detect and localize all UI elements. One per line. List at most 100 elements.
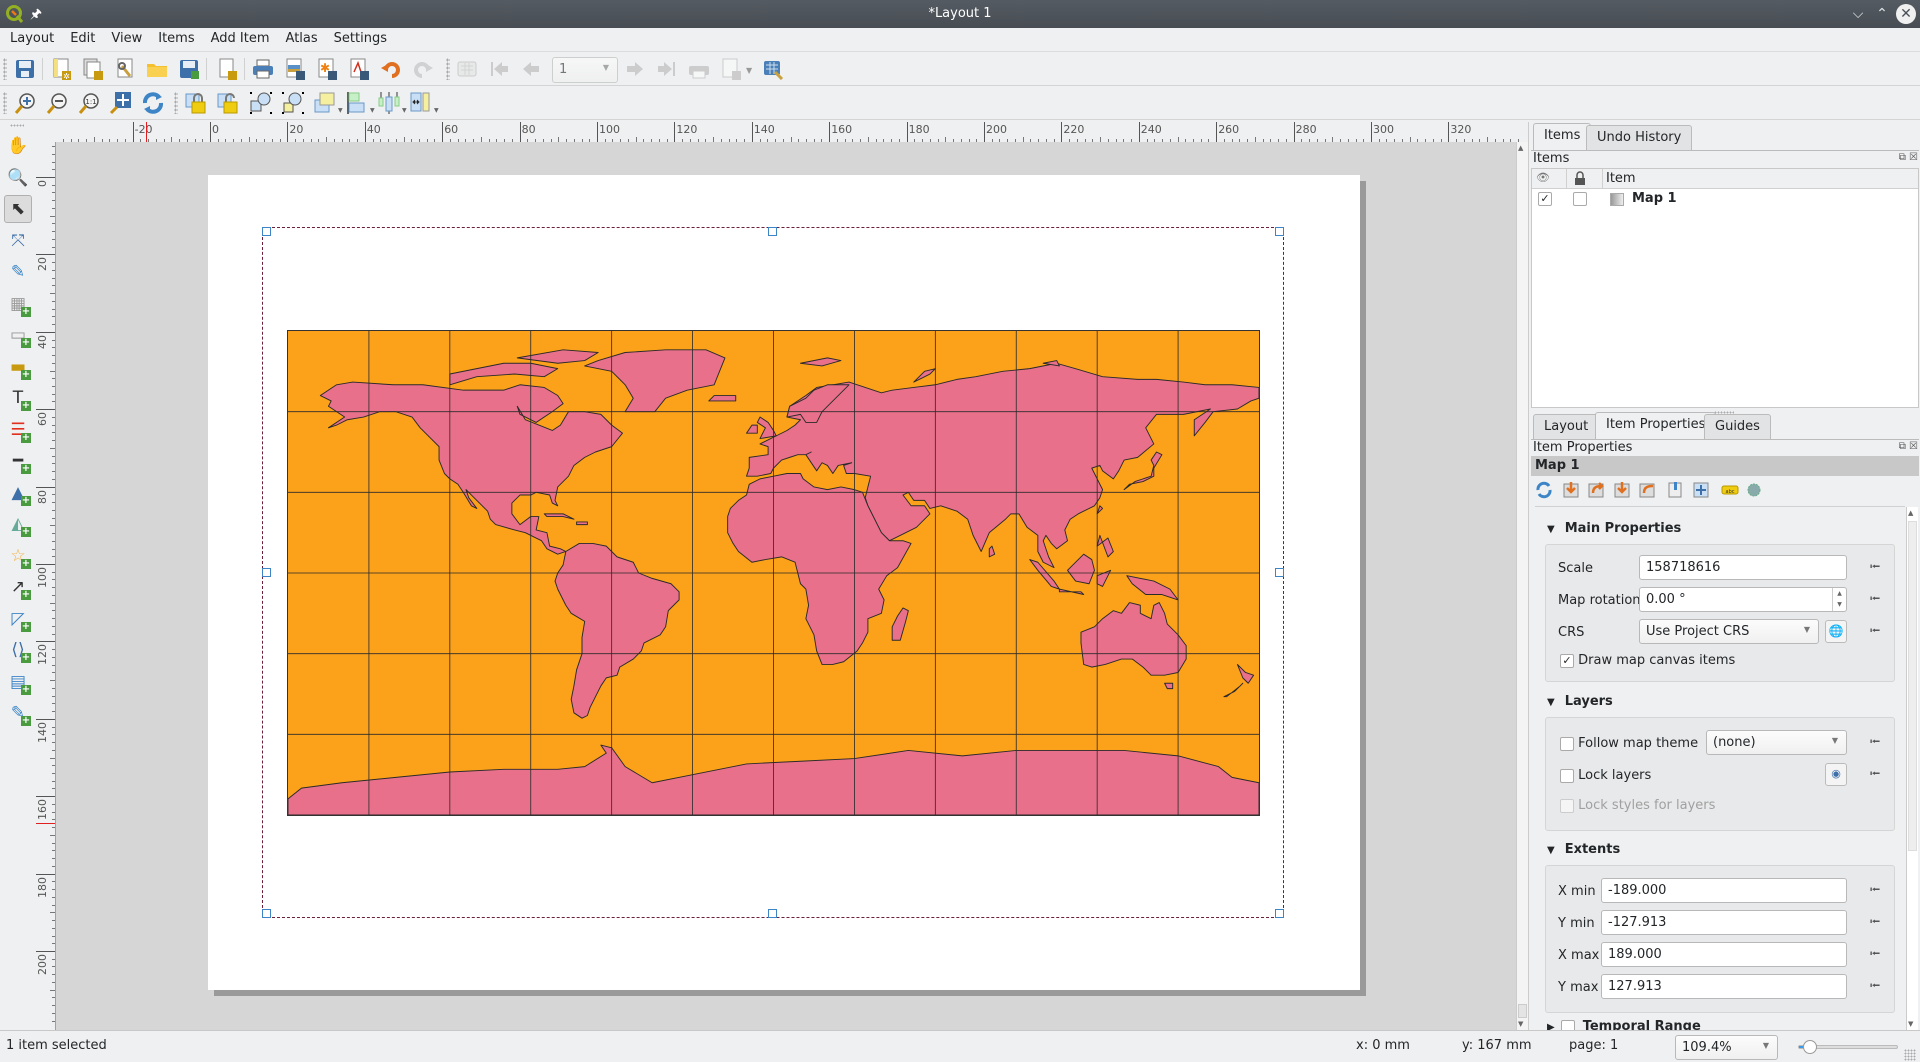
scale-input[interactable]: 158718616: [1639, 555, 1847, 580]
items-tree[interactable]: 👁 Item ✓ Map 1: [1531, 168, 1919, 408]
add-marker-tool-button[interactable]: ☆ +: [4, 542, 32, 570]
ungroup-items-button[interactable]: [280, 90, 306, 116]
map-item-selection[interactable]: [262, 227, 1284, 918]
data-defined-override-icon[interactable]: ⭰: [1864, 975, 1886, 997]
checkbox-unchecked[interactable]: [1560, 768, 1574, 783]
scroll-down-icon[interactable]: ▼: [1518, 1020, 1523, 1028]
undo-button[interactable]: [378, 56, 404, 82]
raise-dropdown-icon[interactable]: ▼: [338, 107, 343, 114]
add-attribute-table-tool-button[interactable]: ▤ +: [4, 668, 32, 696]
bookmarks-button[interactable]: [1667, 481, 1685, 503]
zoom-combo[interactable]: 109.4% ▼: [1675, 1035, 1778, 1060]
menu-items[interactable]: Items: [148, 28, 200, 46]
collapse-arrow-icon[interactable]: ▼: [1547, 697, 1555, 708]
new-layout-button[interactable]: ✲: [48, 56, 74, 82]
lock-column-icon[interactable]: [1574, 171, 1586, 185]
horizontal-ruler[interactable]: -20 0 20 40 60 80 100 120 140 160 180 200 220 240 260 2…: [55, 122, 1520, 143]
layout-canvas[interactable]: [56, 142, 1516, 1030]
vertical-ruler[interactable]: 0 20 40 60 80 100 120 140 160 180 200: [36, 142, 56, 1032]
update-preview-button[interactable]: [1535, 481, 1553, 503]
scrollbar-track[interactable]: [1518, 156, 1527, 1026]
atlas-settings-button[interactable]: [760, 56, 786, 82]
add-items-from-template-button[interactable]: [144, 56, 170, 82]
canvas-vertical-scrollbar[interactable]: ▲ ▼: [1516, 142, 1528, 1030]
add-fixed-table-tool-button[interactable]: ✎ +: [4, 699, 32, 727]
zoom-tool-tool-button[interactable]: 🔍: [4, 164, 32, 192]
tab-item-properties[interactable]: Item Properties: [1595, 412, 1717, 439]
visibility-checkbox[interactable]: ✓: [1538, 192, 1552, 206]
resize-dropdown-icon[interactable]: ▼: [434, 107, 439, 114]
export-image-button[interactable]: [282, 56, 308, 82]
temporal-range-section[interactable]: ▶ Temporal Range: [1547, 1019, 1701, 1030]
raise-items-button[interactable]: [312, 90, 338, 116]
print-button[interactable]: [250, 56, 276, 82]
draw-map-canvas-items-checkbox[interactable]: ✓ Draw map canvas items: [1560, 653, 1735, 668]
refresh-button[interactable]: [140, 90, 166, 116]
set-extent-to-canvas-button[interactable]: [1562, 481, 1580, 503]
select-crs-button[interactable]: 🌐: [1825, 620, 1847, 643]
tab-layout[interactable]: Layout: [1533, 414, 1600, 439]
resize-handle-left[interactable]: [262, 568, 271, 577]
data-defined-override-icon[interactable]: ⭰: [1864, 731, 1886, 753]
labeling-settings-button[interactable]: abc: [1721, 483, 1739, 501]
layout-manager-button[interactable]: [112, 56, 138, 82]
add-scale-bar-tool-button[interactable]: ━ +: [4, 447, 32, 475]
zoom-out-button[interactable]: [44, 90, 70, 116]
unlock-all-button[interactable]: [216, 90, 242, 116]
collapse-arrow-icon[interactable]: ▼: [1547, 845, 1555, 856]
view-scale-in-canvas-button[interactable]: [1638, 481, 1656, 503]
lock-styles-checkbox[interactable]: Lock styles for layers: [1560, 798, 1715, 813]
move-content-button[interactable]: [1692, 481, 1710, 503]
close-window-button[interactable]: ✕: [1896, 4, 1916, 24]
align-dropdown-icon[interactable]: ▼: [370, 107, 375, 114]
atlas-page-combo[interactable]: 1 ▼: [552, 57, 618, 83]
eye-column-icon[interactable]: 👁: [1536, 171, 1550, 184]
menu-atlas[interactable]: Atlas: [276, 28, 324, 46]
add-north-arrow-tool-button[interactable]: ▲ +: [4, 479, 32, 507]
resize-handle-top-left[interactable]: [262, 227, 271, 236]
resize-handle-bottom-left[interactable]: [262, 909, 271, 918]
tab-undo-history[interactable]: Undo History: [1586, 125, 1693, 150]
tab-items[interactable]: Items: [1533, 123, 1592, 150]
zoom-in-button[interactable]: [12, 90, 38, 116]
item-name[interactable]: Map 1: [1632, 191, 1677, 206]
data-defined-override-icon[interactable]: ⭰: [1864, 911, 1886, 933]
layout-page[interactable]: [208, 175, 1360, 990]
item-column-header[interactable]: Item: [1606, 171, 1636, 186]
data-defined-override-icon[interactable]: ⭰: [1864, 943, 1886, 965]
toolbar-grip[interactable]: [3, 58, 7, 80]
distribute-items-button[interactable]: [376, 90, 402, 116]
close-panel-icon[interactable]: ☒: [1909, 152, 1918, 163]
zoom-full-button[interactable]: [108, 90, 134, 116]
move-item-content-tool-button[interactable]: ⤧: [4, 227, 32, 255]
view-extent-in-canvas-button[interactable]: [1587, 481, 1605, 503]
save-project-button[interactable]: [12, 56, 38, 82]
redo-button[interactable]: [410, 56, 436, 82]
items-row-map-1[interactable]: ✓ Map 1: [1532, 189, 1918, 211]
follow-map-theme-checkbox[interactable]: Follow map theme: [1560, 736, 1698, 751]
save-as-template-button[interactable]: [176, 56, 202, 82]
resize-items-button[interactable]: [408, 90, 434, 116]
scrollbar-thumb[interactable]: [1908, 521, 1917, 851]
toolbar-grip[interactable]: [3, 92, 7, 114]
new-page-button[interactable]: [214, 56, 240, 82]
ymax-input[interactable]: 127.913: [1601, 974, 1847, 999]
add-arrow-tool-button[interactable]: ↗ +: [4, 573, 32, 601]
toolbar-grip[interactable]: [10, 124, 24, 127]
export-pdf-button[interactable]: [346, 56, 372, 82]
menu-view[interactable]: View: [101, 28, 148, 46]
add-legend-tool-button[interactable]: ☰ +: [4, 416, 32, 444]
data-defined-override-icon[interactable]: ⭰: [1864, 763, 1886, 785]
resize-handle-bottom-right[interactable]: [1275, 909, 1284, 918]
minimize-button[interactable]: ⌵: [1848, 4, 1868, 24]
xmin-input[interactable]: -189.000: [1601, 878, 1847, 903]
properties-scrollbar[interactable]: ▲ ▼: [1906, 507, 1918, 1030]
float-panel-icon[interactable]: ⧉: [1899, 441, 1906, 452]
collapse-arrow-icon[interactable]: ▼: [1547, 524, 1555, 535]
first-feature-button[interactable]: [486, 56, 512, 82]
export-atlas-button[interactable]: [718, 56, 744, 82]
map-theme-combo[interactable]: (none) ▼: [1706, 730, 1847, 755]
toolbar-grip[interactable]: [446, 58, 450, 80]
resize-handle-top-right[interactable]: [1275, 227, 1284, 236]
layer-visibility-presets-button[interactable]: ◉: [1825, 763, 1847, 786]
